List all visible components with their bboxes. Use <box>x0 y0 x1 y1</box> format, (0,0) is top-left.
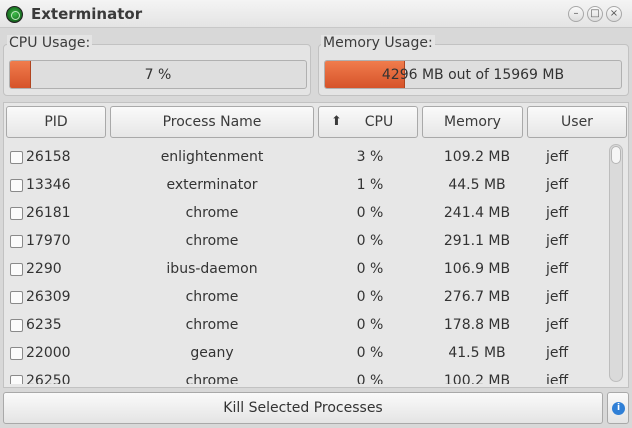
user-cell: jeff <box>546 289 569 305</box>
pid-cell: 17970 <box>26 233 71 249</box>
row-checkbox[interactable] <box>10 263 23 276</box>
table-row[interactable]: 13346 exterminator 1 % 44.5 MB jeff <box>6 172 606 200</box>
process-name-cell: chrome <box>185 289 239 305</box>
cpu-usage-label: CPU Usage: <box>7 35 93 51</box>
cpu-cell: 3 % <box>356 149 384 165</box>
row-checkbox[interactable] <box>10 375 23 384</box>
title-bar[interactable]: Exterminator – □ × <box>0 0 632 28</box>
memory-cell: 291.1 MB <box>443 233 511 249</box>
maximize-button[interactable]: □ <box>587 6 603 22</box>
column-header-user[interactable]: User <box>527 106 627 138</box>
memory-cell: 178.8 MB <box>443 317 511 333</box>
column-header-memory[interactable]: Memory <box>422 106 523 138</box>
scrollbar-thumb[interactable] <box>611 146 621 164</box>
kill-selected-processes-button[interactable]: Kill Selected Processes <box>3 392 603 424</box>
table-row[interactable]: 26250 chrome 0 % 100.2 MB jeff <box>6 368 606 384</box>
cpu-cell: 0 % <box>356 205 384 221</box>
process-name-cell: chrome <box>185 373 239 384</box>
process-name-cell: geany <box>190 345 234 361</box>
process-name-cell: chrome <box>185 205 239 221</box>
user-cell: jeff <box>546 345 569 361</box>
memory-usage-value: 4296 MB out of 15969 MB <box>381 67 565 83</box>
app-logo-icon <box>6 6 23 23</box>
table-row[interactable]: 2290 ibus-daemon 0 % 106.9 MB jeff <box>6 256 606 284</box>
pid-cell: 26158 <box>26 149 71 165</box>
pid-cell: 26250 <box>26 373 71 384</box>
process-list: 26158 enlightenment 3 % 109.2 MB jeff 13… <box>6 144 606 384</box>
memory-cell: 41.5 MB <box>448 345 506 361</box>
pid-cell: 6235 <box>26 317 62 333</box>
user-cell: jeff <box>546 233 569 249</box>
table-row[interactable]: 26158 enlightenment 3 % 109.2 MB jeff <box>6 144 606 172</box>
user-cell: jeff <box>546 261 569 277</box>
pid-cell: 22000 <box>26 345 71 361</box>
row-checkbox[interactable] <box>10 151 23 164</box>
cpu-cell: 0 % <box>356 317 384 333</box>
column-header-cpu[interactable]: ⬆ CPU <box>318 106 418 138</box>
user-cell: jeff <box>546 205 569 221</box>
user-cell: jeff <box>546 317 569 333</box>
memory-cell: 276.7 MB <box>443 289 511 305</box>
pid-cell: 13346 <box>26 177 71 193</box>
process-name-cell: ibus-daemon <box>166 261 258 277</box>
process-name-cell: exterminator <box>166 177 258 193</box>
cpu-cell: 0 % <box>356 373 384 384</box>
info-icon: i <box>612 402 625 415</box>
memory-usage-label: Memory Usage: <box>321 35 435 51</box>
sort-ascending-icon: ⬆ <box>331 114 342 129</box>
cpu-usage-bar: 7 % <box>9 60 307 89</box>
vertical-scrollbar[interactable] <box>609 144 623 382</box>
cpu-cell: 0 % <box>356 233 384 249</box>
column-header-process-name[interactable]: Process Name <box>110 106 314 138</box>
row-checkbox[interactable] <box>10 347 23 360</box>
row-checkbox[interactable] <box>10 235 23 248</box>
table-row[interactable]: 26309 chrome 0 % 276.7 MB jeff <box>6 284 606 312</box>
memory-usage-bar: 4296 MB out of 15969 MB <box>324 60 622 89</box>
table-row[interactable]: 22000 geany 0 % 41.5 MB jeff <box>6 340 606 368</box>
pid-cell: 26181 <box>26 205 71 221</box>
row-checkbox[interactable] <box>10 179 23 192</box>
memory-cell: 241.4 MB <box>443 205 511 221</box>
window-title: Exterminator <box>31 5 143 23</box>
table-row[interactable]: 6235 chrome 0 % 178.8 MB jeff <box>6 312 606 340</box>
row-checkbox[interactable] <box>10 207 23 220</box>
pid-cell: 26309 <box>26 289 71 305</box>
user-cell: jeff <box>546 149 569 165</box>
close-button[interactable]: × <box>606 6 622 22</box>
pid-cell: 2290 <box>26 261 62 277</box>
column-header-cpu-label: CPU <box>364 114 394 130</box>
minimize-button[interactable]: – <box>568 6 584 22</box>
cpu-usage-value: 7 % <box>144 67 172 83</box>
cpu-cell: 0 % <box>356 261 384 277</box>
memory-cell: 100.2 MB <box>443 373 511 384</box>
process-name-cell: chrome <box>185 317 239 333</box>
memory-cell: 109.2 MB <box>443 149 511 165</box>
table-row[interactable]: 17970 chrome 0 % 291.1 MB jeff <box>6 228 606 256</box>
memory-cell: 44.5 MB <box>448 177 506 193</box>
memory-cell: 106.9 MB <box>443 261 511 277</box>
row-checkbox[interactable] <box>10 291 23 304</box>
row-checkbox[interactable] <box>10 319 23 332</box>
cpu-cell: 1 % <box>356 177 384 193</box>
about-button[interactable]: i <box>607 392 629 424</box>
process-name-cell: enlightenment <box>160 149 264 165</box>
column-header-pid[interactable]: PID <box>6 106 106 138</box>
cpu-cell: 0 % <box>356 345 384 361</box>
user-cell: jeff <box>546 373 569 384</box>
cpu-cell: 0 % <box>356 289 384 305</box>
user-cell: jeff <box>546 177 569 193</box>
process-name-cell: chrome <box>185 233 239 249</box>
table-row[interactable]: 26181 chrome 0 % 241.4 MB jeff <box>6 200 606 228</box>
